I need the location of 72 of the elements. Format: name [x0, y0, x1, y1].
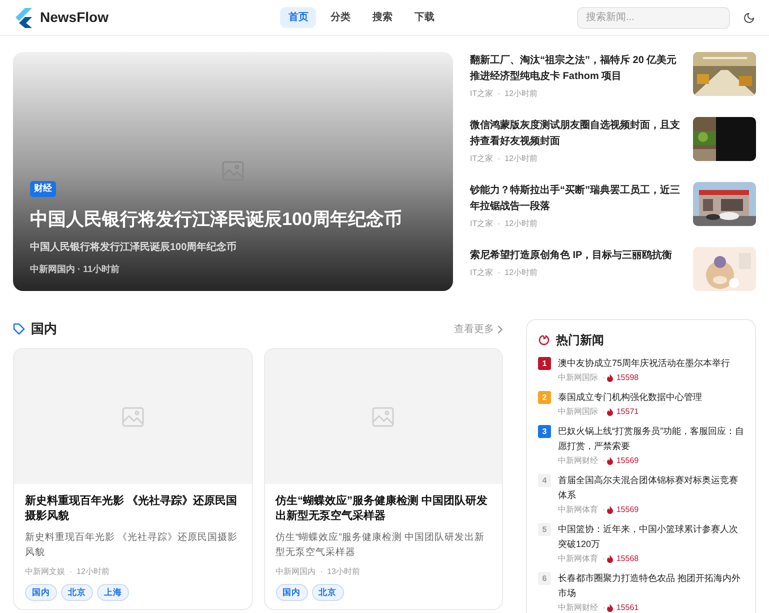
hot-news-title[interactable]: 巴奴火锅上线“打赏服务员”功能，客服回应：自愿打赏，严禁索要 [558, 424, 744, 454]
card-meta: 中新网国内 · 13小时前 [276, 566, 361, 578]
search-field[interactable]: 搜索新闻... [577, 6, 730, 28]
heat-count: 15569 [616, 504, 639, 516]
heat-count: 15571 [616, 406, 639, 418]
news-card[interactable]: 仿生“蝴蝶效应”服务健康检测 中国团队研发出新型无泵空气采样器 仿生“蝴蝶效应”服务健康检测 中国团队研发出新型无泵空气采样器 中新网国内 · 13小时前 国内 北京 [264, 348, 503, 610]
hero-title: 中国人民银行将发行江泽民诞辰100周年纪念币 [30, 208, 402, 230]
heat-count: 15568 [616, 552, 639, 564]
hot-news-title[interactable]: 澳中友协成立75周年庆祝活动在墨尔本举行 [558, 356, 744, 371]
card-summary: 新史料重现百年光影 《光社寻踪》还原民国摄影风貌 [25, 531, 239, 560]
rank-badge: 1 [538, 357, 551, 370]
hero-card[interactable]: 财经 中国人民银行将发行江泽民诞辰100周年纪念币 中国人民银行将发行江泽民诞辰100周年纪念币 中新网国内 · 11小时前 [13, 52, 453, 291]
card-meta: 中新网文娱 · 12小时前 [25, 566, 110, 578]
flame-icon [607, 554, 614, 562]
news-meta: 中新网国际 · [558, 406, 606, 418]
heat-count: 15561 [616, 602, 639, 613]
card-summary: 仿生“蝴蝶效应”服务健康检测 中国团队研发出新型无泵空气采样器 [276, 531, 486, 560]
rank-badge: 4 [538, 474, 551, 487]
rank-badge: 2 [538, 391, 551, 404]
news-meta: IT之家 · 12小时前 [470, 153, 539, 165]
hot-news-title[interactable]: 泰国成立专门机构强化数据中心管理 [558, 390, 744, 405]
tag-chip[interactable]: 北京 [312, 584, 344, 601]
flame-icon [607, 456, 614, 464]
news-meta: 中新网体育 · [558, 504, 606, 516]
tag-chip[interactable]: 国内 [276, 584, 308, 601]
heat-count: 15569 [616, 454, 639, 466]
nav-tab[interactable]: 分类 [322, 7, 358, 28]
hero-summary: 中国人民银行将发行江泽民诞辰100周年纪念币 [30, 240, 237, 254]
card-title: 新史料重现百年光影 《光社寻踪》还原民国摄影风貌 [25, 494, 238, 524]
category-badge: 财经 [30, 181, 56, 196]
news-meta: IT之家 · 12小时前 [470, 88, 539, 100]
nav-tab[interactable]: 首页 [280, 7, 316, 28]
image-placeholder-icon [120, 404, 145, 428]
tag-icon [13, 323, 25, 335]
logo-icon [14, 8, 33, 28]
image-placeholder-icon [221, 159, 245, 183]
rank-badge: 3 [538, 425, 551, 438]
tag-chip[interactable]: 上海 [97, 584, 129, 601]
flame-icon [607, 604, 614, 612]
news-title[interactable]: 索尼希望打造原创角色 IP，目标与三丽鸥抗衡 [470, 248, 684, 264]
news-meta: 中新网体育 · [558, 552, 606, 564]
section-title: 国内 [31, 320, 57, 338]
hot-news-title[interactable]: 首届全国高尔夫混合团体锦标赛对标奥运竞赛体系 [558, 473, 744, 503]
news-meta: 中新网财经 · [558, 454, 606, 466]
image-placeholder-icon [371, 404, 396, 428]
flame-icon [607, 374, 614, 382]
hero-meta: 中新网国内 · 11小时前 [30, 262, 120, 276]
hot-news-title[interactable]: 长春都市圈聚力打造特色农品 抱团开拓海内外市场 [558, 571, 744, 601]
rank-badge: 6 [538, 572, 551, 585]
flame-icon [607, 506, 614, 514]
flame-icon [607, 408, 614, 416]
chevron-right-icon [497, 324, 503, 334]
news-meta: 中新网财经 · [558, 602, 606, 613]
heat-count: 15598 [616, 372, 639, 384]
moon-icon[interactable] [743, 12, 755, 24]
news-meta: 中新网国际 · [558, 372, 606, 384]
news-title[interactable]: 钞能力？特斯拉出手“买断”瑞典罢工员工，近三年拉锯战告一段落 [470, 183, 684, 215]
news-card[interactable]: 新史料重现百年光影 《光社寻踪》还原民国摄影风貌 新史料重现百年光影 《光社寻踪》还原民国摄影风貌 中新网文娱 · 12小时前 国内 北京 上海 [13, 348, 252, 610]
nav-tab[interactable]: 搜索 [364, 7, 400, 28]
news-meta: IT之家 · 12小时前 [470, 218, 539, 230]
card-title: 仿生“蝴蝶效应”服务健康检测 中国团队研发出新型无泵空气采样器 [276, 494, 489, 524]
hot-news-title: 热门新闻 [556, 332, 604, 349]
flame-icon [538, 334, 550, 346]
nav-tab[interactable]: 下载 [406, 7, 442, 28]
news-title[interactable]: 微信鸿蒙版灰度测试朋友圈自选视频封面，且支持查看好友视频封面 [470, 118, 684, 150]
hot-news-title[interactable]: 中国篮协：近年来，中国小篮球累计参赛人次突破120万 [558, 522, 744, 552]
news-title[interactable]: 翻新工厂、淘汰“祖宗之法”，福特斥 20 亿美元推进经济型纯电皮卡 Fathom 项目 [470, 53, 684, 85]
tag-chip[interactable]: 北京 [61, 584, 93, 601]
brand-name: NewsFlow [40, 8, 108, 27]
rank-badge: 5 [538, 523, 551, 536]
news-meta: IT之家 · 12小时前 [470, 267, 539, 279]
tag-chip[interactable]: 国内 [25, 584, 57, 601]
